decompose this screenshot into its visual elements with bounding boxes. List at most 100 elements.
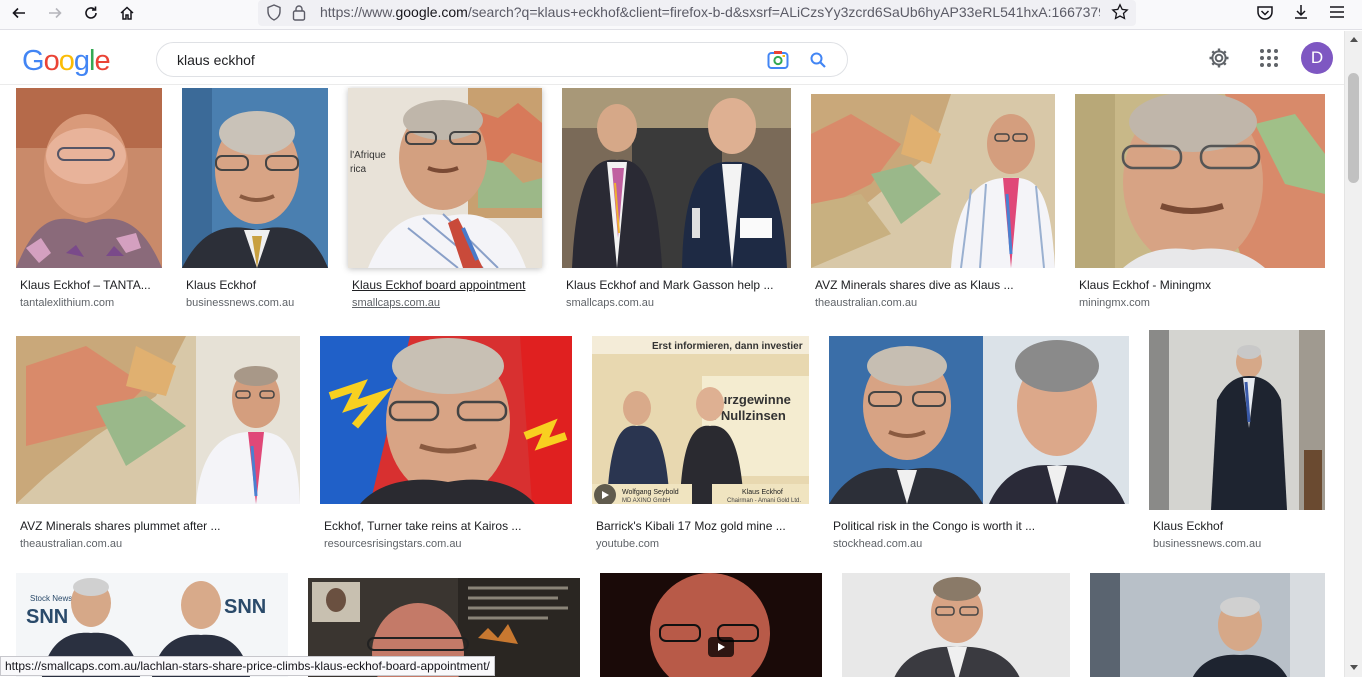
result-title[interactable]: Klaus Eckhof [186,278,326,292]
result-thumbnail[interactable] [16,336,300,504]
result-thumbnail[interactable] [16,88,162,268]
gear-icon[interactable] [1207,46,1231,70]
result-thumbnail[interactable] [562,88,791,268]
link-status-bar: https://smallcaps.com.au/lachlan-stars-s… [0,656,495,676]
result-thumbnail[interactable] [320,336,572,504]
result-title[interactable]: Klaus Eckhof and Mark Gasson help ... [566,278,791,292]
image-result[interactable] [842,573,1070,677]
pocket-icon[interactable] [1256,4,1274,22]
image-result[interactable]: AVZ Minerals shares plummet after ... th… [16,336,300,550]
result-thumbnail[interactable] [829,336,1129,504]
image-result[interactable]: Klaus Eckhof – TANTA... tantalexlithium.… [16,88,162,309]
result-source[interactable]: tantalexlithium.com [20,297,114,309]
logo-caption: Stock News [30,594,72,603]
image-result[interactable]: Erst informieren, dann investier Kurzgew… [592,336,809,550]
home-icon [120,6,134,20]
google-logo[interactable]: Google [22,45,111,78]
result-title[interactable]: AVZ Minerals shares dive as Klaus ... [815,278,1055,292]
image-result[interactable]: Klaus Eckhof and Mark Gasson help ... sm… [562,88,791,309]
lower-third-company-1: MD AXINO GmbH [622,498,670,504]
result-thumbnail[interactable] [811,94,1055,268]
url-path: /search?q=klaus+eckhof&client=firefox-b-… [467,4,1100,20]
result-thumbnail[interactable] [842,573,1070,677]
result-source[interactable]: businessnews.com.au [1153,538,1261,550]
image-result[interactable] [1090,573,1325,677]
portrait-image [842,573,1070,677]
video-frame [600,573,822,677]
result-title[interactable]: Political risk in the Congo is worth it … [833,519,1129,533]
image-result[interactable]: Klaus Eckhof businessnews.com.au [182,88,328,309]
scroll-down-arrow-icon[interactable] [1349,664,1359,672]
video-play-badge [708,637,734,657]
page-scrollbar[interactable] [1344,31,1362,677]
apps-grid-icon[interactable] [1257,46,1281,70]
video-play-badge [594,484,616,504]
shield-icon [267,4,281,21]
banner-text: Erst informieren, dann investier [652,341,803,352]
account-avatar[interactable]: D [1301,42,1333,74]
portrait-image [1090,573,1325,677]
image-result[interactable]: AVZ Minerals shares dive as Klaus ... th… [811,88,1055,309]
result-source[interactable]: resourcesrisingstars.com.au [324,538,462,550]
logo-text-2: SNN [224,596,266,618]
portrait-image [811,94,1055,268]
result-thumbnail[interactable] [1090,573,1325,677]
menu-icon[interactable] [1328,4,1346,20]
camera-lens-icon[interactable] [767,50,789,70]
result-source[interactable]: businessnews.com.au [186,297,294,309]
result-thumbnail[interactable] [1075,94,1325,268]
portrait-image [320,336,572,504]
result-thumbnail[interactable]: Erst informieren, dann investier Kurzgew… [592,336,809,504]
portrait-image [1075,94,1325,268]
reload-button[interactable] [78,2,104,24]
back-button[interactable] [6,2,32,24]
lower-third-company-2: Chairman - Amani Gold Ltd. [727,498,801,504]
address-bar[interactable]: https://www.google.com/search?q=klaus+ec… [258,0,1136,26]
scroll-up-arrow-icon[interactable] [1349,35,1359,43]
result-thumbnail[interactable] [600,573,822,677]
play-icon [602,491,609,499]
result-title[interactable]: Barrick's Kibali 17 Moz gold mine ... [596,519,809,533]
url-prefix: https://www. [320,4,396,20]
result-source[interactable]: miningmx.com [1079,297,1150,309]
image-result[interactable]: Political risk in the Congo is worth it … [829,336,1129,550]
portrait-image [1149,330,1325,510]
image-result[interactable]: Klaus Eckhof businessnews.com.au [1149,330,1325,550]
result-source[interactable]: theaustralian.com.au [20,538,122,550]
image-result[interactable]: Klaus Eckhof - Miningmx miningmx.com [1075,88,1325,309]
downloads-icon[interactable] [1292,3,1310,21]
home-button[interactable] [114,2,140,24]
result-thumbnail[interactable] [1149,330,1325,510]
result-source[interactable]: smallcaps.com.au [566,297,654,309]
portrait-image: l'Afrique rica [348,88,542,268]
image-result[interactable]: Eckhof, Turner take reins at Kairos ... … [320,336,572,550]
forward-button[interactable] [42,2,68,24]
forward-arrow-icon [49,7,62,19]
result-source[interactable]: theaustralian.com.au [815,297,917,309]
video-frame: Erst informieren, dann investier Kurzgew… [592,336,809,504]
bookmark-star-icon[interactable] [1111,3,1129,21]
result-title[interactable]: Klaus Eckhof [1153,519,1325,533]
portrait-image [16,88,162,268]
result-source[interactable]: smallcaps.com.au [352,297,440,309]
portrait-image [182,88,328,268]
result-title[interactable]: Eckhof, Turner take reins at Kairos ... [324,519,572,533]
result-title[interactable]: Klaus Eckhof – TANTA... [20,278,160,292]
result-source[interactable]: stockhead.com.au [833,538,922,550]
scrollbar-thumb[interactable] [1348,73,1359,183]
result-title[interactable]: AVZ Minerals shares plummet after ... [20,519,300,533]
image-result[interactable]: l'Afrique rica Klaus Eckhof board appoint… [348,88,542,309]
image-result[interactable] [600,573,822,677]
search-input[interactable]: klaus eckhof [177,52,255,68]
lower-third-name-2: Klaus Eckhof [742,489,783,496]
result-source[interactable]: youtube.com [596,538,659,550]
result-thumbnail[interactable] [182,88,328,268]
result-title[interactable]: Klaus Eckhof - Miningmx [1079,278,1325,292]
result-title[interactable]: Klaus Eckhof board appointment [352,278,542,292]
search-icon[interactable] [809,51,827,69]
result-thumbnail[interactable]: l'Afrique rica [348,88,542,268]
search-box[interactable]: klaus eckhof [156,42,848,77]
lock-icon [292,5,306,21]
url-domain: google.com [395,4,468,20]
url-text[interactable]: https://www.google.com/search?q=klaus+ec… [320,4,1100,20]
